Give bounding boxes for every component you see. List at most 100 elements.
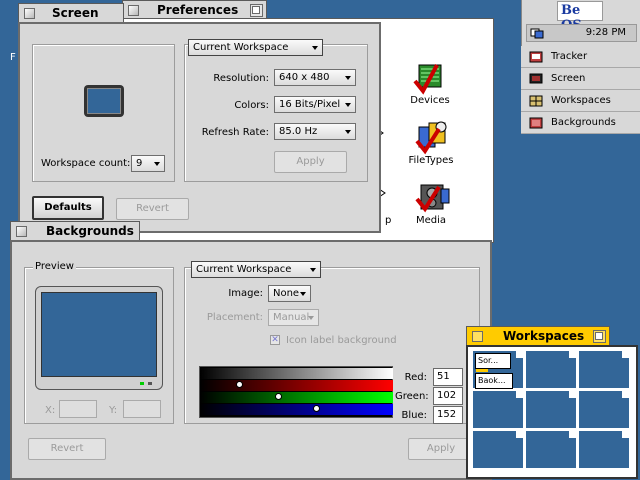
workspace-6[interactable] [578,390,630,429]
red-field[interactable]: 51 [433,368,463,386]
workspace-9[interactable] [578,430,630,469]
preferences-close-button[interactable] [128,5,139,16]
red-ramp[interactable] [200,380,393,391]
deskbar-item-tracker[interactable]: Tracker [521,46,640,68]
defaults-button[interactable]: Defaults [32,196,104,220]
y-label: Y: [109,405,118,416]
workspace-indicator [622,391,629,398]
workspaces-close-button[interactable] [472,331,483,342]
backgrounds-scope-menu[interactable]: Current Workspace [191,261,321,278]
grayscale-ramp[interactable] [200,368,393,379]
workspace-indicator [622,431,629,438]
workspaces-zoom-button[interactable] [593,330,606,343]
blue-ramp[interactable] [200,404,393,415]
workspaces-title: Workspaces [503,329,585,343]
colors-label: Colors: [234,100,269,111]
blue-label: Blue: [401,410,428,421]
screen-window: Workspace count: 9 Current Workspace Res… [18,22,381,233]
monitor-preview [84,85,124,117]
screen-close-button[interactable] [24,8,35,19]
refresh-rate-menu[interactable]: 85.0 Hz [274,123,356,140]
preview-power-led [140,382,144,385]
backgrounds-close-button[interactable] [16,226,27,237]
preferences-zoom-button[interactable] [250,4,263,17]
workspace-7[interactable] [472,430,524,469]
backgrounds-tab[interactable]: Backgrounds [10,221,140,241]
green-field[interactable]: 102 [433,387,463,405]
deskbar-item-label: Screen [551,73,586,84]
green-slider-knob[interactable] [275,393,282,400]
workspace-8[interactable] [525,430,577,469]
refresh-rate-value: 85.0 Hz [279,126,318,137]
blue-slider-knob[interactable] [313,405,320,412]
workspace-indicator [516,351,523,358]
backgrounds-scope-value: Current Workspace [196,264,292,275]
placement-menu[interactable]: Manual [268,309,319,326]
media-icon[interactable] [413,179,453,215]
red-slider-knob[interactable] [236,381,243,388]
y-field[interactable] [123,400,161,418]
workspace-indicator [569,391,576,398]
partial-icon-label: p [385,215,392,226]
workspace-indicator [569,351,576,358]
preview-monitor [35,286,163,390]
backgrounds-icon [529,117,543,129]
workspace-1[interactable]: Sor... Baok... [472,350,524,389]
deskbar-item-screen[interactable]: Screen [521,68,640,90]
screen-scope-menu[interactable]: Current Workspace [188,39,323,56]
workspace-5[interactable] [525,390,577,429]
screen-apply-button[interactable]: Apply [274,151,347,173]
green-ramp[interactable] [200,392,393,403]
resolution-label: Resolution: [213,73,269,84]
image-menu[interactable]: None [268,285,311,302]
be-logo[interactable]: Be OS [557,1,603,33]
network-icon[interactable] [530,27,544,39]
colors-menu[interactable]: 16 Bits/Pixel [274,96,356,113]
workspace-2[interactable] [525,350,577,389]
background-settings-panel: Current Workspace Image: None Placement:… [184,261,480,424]
workspace-indicator [569,431,576,438]
backgrounds-apply-button[interactable]: Apply [408,438,474,460]
preview-label: Preview [33,261,76,272]
workspace-count-menu[interactable]: 9 [131,155,165,172]
resolution-menu[interactable]: 640 x 480 [274,69,356,86]
deskbar-clock[interactable]: 9:28 PM [586,27,626,38]
screen-tab[interactable]: Screen [18,3,124,23]
refresh-rate-label: Refresh Rate: [201,127,269,138]
placement-label: Placement: [206,312,263,323]
placement-value: Manual [273,312,310,323]
filetypes-icon[interactable] [413,119,453,155]
monitor-screen [87,88,121,114]
deskbar-item-workspaces[interactable]: Workspaces [521,90,640,112]
x-field[interactable] [59,400,97,418]
color-picker[interactable] [199,366,393,418]
workspaces-tab[interactable]: Workspaces [466,326,610,346]
workspaces-icon [529,95,543,107]
mini-window-label: Sor... [478,356,499,365]
desktop-partial-text: F [10,52,16,63]
screen-settings-panel: Current Workspace Resolution: 640 x 480 … [184,39,368,182]
deskbar-item-backgrounds[interactable]: Backgrounds [521,112,640,134]
blue-field[interactable]: 152 [433,406,463,424]
mini-window[interactable]: Sor... [475,353,511,372]
workspace-indicator [516,431,523,438]
mini-window[interactable]: Baok... [475,373,513,389]
media-label: Media [415,215,447,226]
screen-title: Screen [52,6,99,20]
icon-label-background-checkbox[interactable]: ✕ [270,335,280,345]
tracker-icon [529,51,543,63]
screen-revert-button[interactable]: Revert [116,198,189,220]
backgrounds-revert-button[interactable]: Revert [28,438,106,460]
workspace-indicator [622,351,629,358]
workspace-count-label: Workspace count: [41,158,131,169]
workspace-3[interactable] [578,350,630,389]
devices-icon[interactable] [411,61,451,97]
mini-window-tab [476,369,488,372]
deskbar-item-label: Tracker [551,51,588,62]
screen-icon [529,73,543,84]
screen-scope-value: Current Workspace [193,42,289,53]
workspace-4[interactable] [472,390,524,429]
workspace-preview-panel: Workspace count: 9 [32,44,175,182]
image-value: None [273,288,300,299]
preferences-tab[interactable]: Preferences [122,0,267,20]
